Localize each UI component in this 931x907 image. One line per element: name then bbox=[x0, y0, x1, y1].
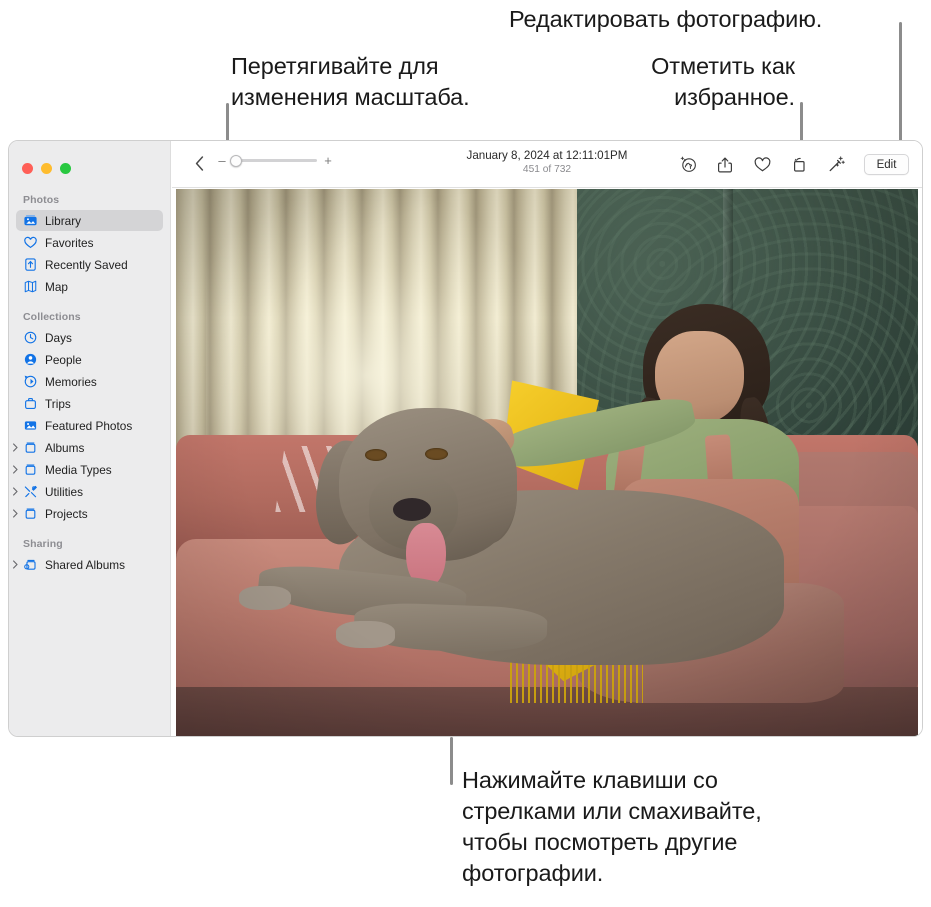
sidebar-item-days[interactable]: Days bbox=[16, 327, 163, 348]
dog-nose bbox=[392, 498, 432, 522]
sidebar-item-projects[interactable]: Projects bbox=[13, 503, 163, 524]
zoom-slider-knob[interactable] bbox=[229, 154, 242, 167]
clock-icon bbox=[23, 330, 38, 345]
heart-icon bbox=[23, 235, 38, 250]
zoom-out-label[interactable]: – bbox=[218, 154, 226, 167]
person-icon bbox=[23, 352, 38, 367]
leader-line-edit bbox=[899, 22, 902, 156]
sidebar-item-label: People bbox=[45, 352, 82, 367]
edit-button[interactable]: Edit bbox=[864, 154, 909, 175]
chevron-right-icon[interactable] bbox=[11, 443, 20, 452]
sidebar-item-map[interactable]: Map bbox=[16, 276, 163, 297]
toolbar: – + January 8, 2024 at 12:11:01PM 451 of… bbox=[172, 141, 922, 188]
chevron-right-icon[interactable] bbox=[11, 487, 20, 496]
utilities-icon bbox=[23, 484, 38, 499]
featured-photos-icon bbox=[23, 418, 38, 433]
chevron-right-icon[interactable] bbox=[11, 465, 20, 474]
album-icon bbox=[23, 440, 38, 455]
chevron-right-icon[interactable] bbox=[11, 509, 20, 518]
sidebar-item-label: Featured Photos bbox=[45, 418, 133, 433]
sidebar-item-albums[interactable]: Albums bbox=[13, 437, 163, 458]
recently-saved-icon bbox=[23, 257, 38, 272]
sidebar-item-label: Media Types bbox=[45, 462, 112, 477]
favorite-heart-icon[interactable] bbox=[751, 154, 773, 176]
sidebar-section-photos: Photos bbox=[23, 194, 60, 206]
callout-arrow-keys: Нажимайте клавиши со стрелками или смахи… bbox=[462, 767, 762, 886]
zoom-in-label[interactable]: + bbox=[324, 154, 332, 167]
sidebar-item-label: Favorites bbox=[45, 235, 94, 250]
sidebar-item-people[interactable]: People bbox=[16, 349, 163, 370]
sidebar-item-shared-albums[interactable]: Shared Albums bbox=[13, 554, 163, 575]
content-area: – + January 8, 2024 at 12:11:01PM 451 of… bbox=[172, 141, 922, 736]
minimize-button[interactable] bbox=[41, 163, 52, 174]
screenshot-root: Редактировать фотографию. Перетягивайте … bbox=[0, 0, 931, 907]
sidebar-item-memories[interactable]: Memories bbox=[16, 371, 163, 392]
sidebar-item-label: Days bbox=[45, 330, 72, 345]
chevron-right-icon[interactable] bbox=[11, 560, 20, 569]
maximize-button[interactable] bbox=[60, 163, 71, 174]
shared-album-icon bbox=[23, 557, 38, 572]
leader-line-arrows bbox=[450, 737, 453, 785]
sidebar-item-label: Projects bbox=[45, 506, 88, 521]
album-icon bbox=[23, 462, 38, 477]
sidebar-section-collections: Collections bbox=[23, 311, 81, 323]
dog-eye-right bbox=[425, 448, 448, 461]
dog-paw-right bbox=[335, 621, 395, 649]
sidebar-item-label: Memories bbox=[45, 374, 97, 389]
zoom-slider[interactable]: – + bbox=[218, 154, 332, 167]
window-traffic-lights bbox=[9, 149, 170, 174]
callout-zoom-drag: Перетягивайте для изменения масштаба. bbox=[231, 53, 470, 110]
sidebar-item-label: Albums bbox=[45, 440, 85, 455]
back-chevron-icon[interactable] bbox=[188, 152, 210, 174]
callout-edit-photo: Редактировать фотографию. bbox=[509, 6, 823, 32]
map-icon bbox=[23, 279, 38, 294]
suitcase-icon bbox=[23, 396, 38, 411]
photo-viewer bbox=[172, 189, 922, 736]
callout-mark-favorite: Отметить как избранное. bbox=[651, 53, 795, 110]
photos-app-window: Photos Library Favorites Recently Saved bbox=[8, 140, 923, 737]
share-icon[interactable] bbox=[714, 154, 736, 176]
sidebar-item-label: Shared Albums bbox=[45, 557, 126, 572]
toolbar-actions: Edit bbox=[677, 141, 909, 188]
sidebar-item-media-types[interactable]: Media Types bbox=[13, 459, 163, 480]
sidebar-item-label: Library bbox=[45, 213, 82, 228]
sidebar-section-sharing: Sharing bbox=[23, 538, 63, 550]
sidebar: Photos Library Favorites Recently Saved bbox=[9, 141, 171, 736]
sidebar-item-label: Trips bbox=[45, 396, 71, 411]
close-button[interactable] bbox=[22, 163, 33, 174]
zoom-slider-track[interactable] bbox=[229, 154, 317, 167]
visual-look-up-icon[interactable] bbox=[677, 154, 699, 176]
sidebar-item-library[interactable]: Library bbox=[16, 210, 163, 231]
photo-image[interactable] bbox=[176, 189, 918, 736]
album-icon bbox=[23, 506, 38, 521]
auto-enhance-icon[interactable] bbox=[825, 154, 847, 176]
dog-paw-left bbox=[239, 585, 291, 611]
sidebar-item-recently-saved[interactable]: Recently Saved bbox=[16, 254, 163, 275]
sidebar-item-label: Utilities bbox=[45, 484, 84, 499]
sidebar-item-utilities[interactable]: Utilities bbox=[13, 481, 163, 502]
sidebar-item-label: Map bbox=[45, 279, 68, 294]
sidebar-item-favorites[interactable]: Favorites bbox=[16, 232, 163, 253]
sidebar-item-label: Recently Saved bbox=[45, 257, 128, 272]
sidebar-item-featured-photos[interactable]: Featured Photos bbox=[16, 415, 163, 436]
library-icon bbox=[23, 213, 38, 228]
memories-icon bbox=[23, 374, 38, 389]
rotate-icon[interactable] bbox=[788, 154, 810, 176]
sidebar-item-trips[interactable]: Trips bbox=[16, 393, 163, 414]
